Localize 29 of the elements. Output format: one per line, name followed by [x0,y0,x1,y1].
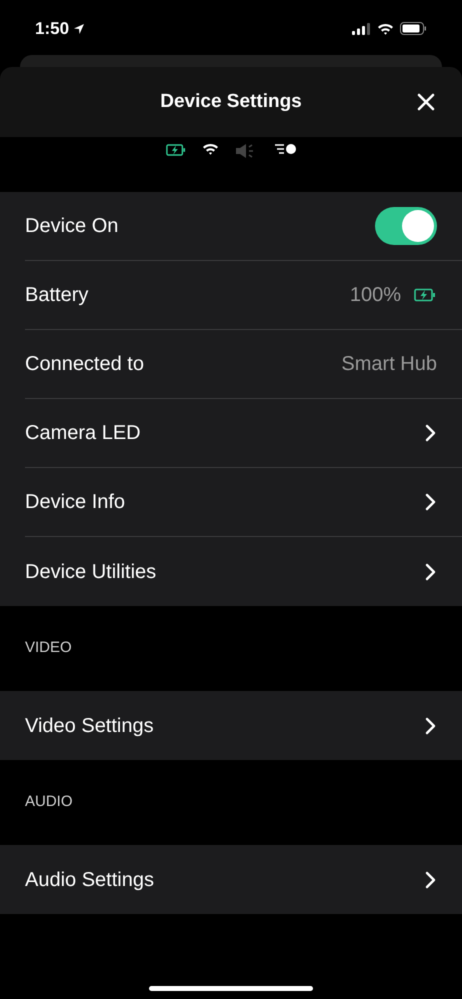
setting-label: Device On [25,214,118,239]
chevron-icon [425,870,437,888]
status-time: 1:50 [35,18,70,40]
setting-label: Battery [25,283,88,308]
charging-battery-icon [413,288,437,302]
wifi-icon [202,143,218,155]
wifi-icon [377,22,394,34]
connection-value: Smart Hub [341,352,437,377]
setting-label: Video Settings [25,714,154,738]
close-button[interactable] [416,92,436,112]
chevron-icon [425,493,437,511]
sheet-title: Device Settings [160,90,302,114]
battery-icon [400,22,427,35]
battery-value: 100% [350,283,401,308]
section-header: AUDIO [25,792,73,812]
chevron-icon [425,424,437,442]
setting-label: Connected to [25,352,144,377]
setting-label: Audio Settings [25,868,154,892]
chevron-icon [425,716,437,734]
section-header: VIDEO [25,638,72,658]
signal-icon [352,22,371,34]
motion-icon [274,143,296,155]
setting-label: Device Info [25,490,126,515]
location-arrow-icon [73,22,86,34]
charging-battery-icon [166,143,186,157]
chevron-icon [425,562,437,580]
setting-label: Device Utilities [25,560,156,584]
setting-label: Camera LED [25,421,141,446]
toggle-switch[interactable] [375,207,437,245]
